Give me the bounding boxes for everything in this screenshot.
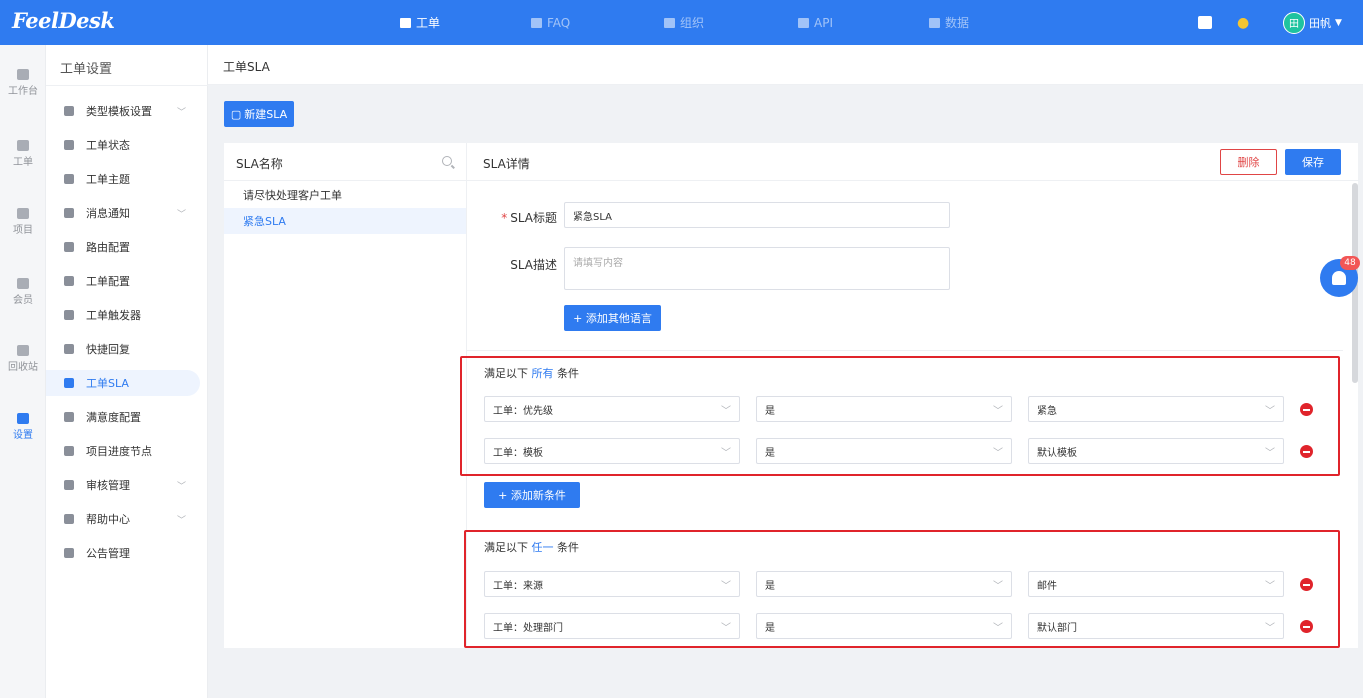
rail-item-settings[interactable]: 设置 [0, 413, 46, 441]
megaphone-icon [64, 548, 74, 558]
reply-icon [64, 344, 74, 354]
delete-button[interactable]: 删除 [1220, 149, 1277, 175]
sla-list-header: SLA名称 [224, 143, 466, 181]
list-item-selected[interactable]: 紧急SLA [224, 208, 466, 234]
settings-menu: 工单设置 类型模板设置 ﹀ 工单状态 工单主题 消息通知 ﹀ 路由配置 工单配置… [46, 45, 208, 698]
chart-icon [929, 17, 940, 28]
divider [467, 350, 1343, 351]
highlight-box [460, 356, 1340, 476]
chevron-down-icon: ﹀ [176, 209, 186, 220]
rail-item-workbench[interactable]: 工作台 [0, 69, 46, 97]
search-icon[interactable] [442, 156, 452, 166]
top-bar: FeelDesk 工单 FAQ 组织 API 数据 ● 田 田帆 ▼ [0, 0, 1363, 45]
sla-list-panel: SLA名称 请尽快处理客户工单 紧急SLA [224, 143, 466, 648]
nav-faq[interactable]: FAQ [531, 0, 570, 45]
book-icon [64, 514, 74, 524]
sla-icon [64, 378, 74, 388]
menu-item-progress-node[interactable]: 项目进度节点 [46, 438, 200, 464]
config-icon [64, 276, 74, 286]
bell-icon: ● [1237, 14, 1250, 31]
nav-org[interactable]: 组织 [664, 0, 704, 45]
menu-item-notification[interactable]: 消息通知 ﹀ [46, 200, 200, 226]
folder-icon [17, 208, 29, 219]
add-language-button[interactable]: + 添加其他语言 [564, 305, 661, 331]
feedback-button[interactable] [1198, 0, 1212, 45]
notification-button[interactable]: ● [1237, 0, 1249, 45]
menu-item-routing[interactable]: 路由配置 [46, 234, 200, 260]
nav-api[interactable]: API [798, 0, 833, 45]
feedback-icon [1198, 16, 1212, 29]
rail-item-project[interactable]: 项目 [0, 208, 46, 236]
ticket-icon [400, 17, 411, 28]
member-icon [17, 278, 29, 289]
divider [46, 85, 208, 86]
sla-title-label: * SLA标题 [501, 211, 557, 225]
app-logo[interactable]: FeelDesk [12, 8, 115, 33]
audit-icon [64, 480, 74, 490]
save-button[interactable]: 保存 [1285, 149, 1341, 175]
faq-icon [531, 17, 542, 28]
chevron-down-icon: ﹀ [176, 107, 186, 118]
menu-item-ticket-theme[interactable]: 工单主题 [46, 166, 200, 192]
caret-down-icon: ▼ [1335, 17, 1342, 28]
menu-item-ticket-status[interactable]: 工单状态 [46, 132, 200, 158]
dashboard-icon [17, 69, 29, 80]
menu-item-quick-reply[interactable]: 快捷回复 [46, 336, 200, 362]
menu-item-satisfaction[interactable]: 满意度配置 [46, 404, 200, 430]
hourglass-icon [64, 140, 74, 150]
new-sla-button[interactable]: ▢ 新建SLA [224, 101, 294, 127]
menu-item-trigger[interactable]: 工单触发器 [46, 302, 200, 328]
user-name: 田帆 [1309, 16, 1331, 30]
star-icon [64, 412, 74, 422]
menu-item-ticket-config[interactable]: 工单配置 [46, 268, 200, 294]
nav-ticket[interactable]: 工单 [400, 0, 440, 45]
menu-item-ticket-sla[interactable]: 工单SLA [46, 370, 200, 396]
sla-desc-label: SLA描述 [510, 258, 557, 272]
icon-rail: 工作台 工单 项目 会员 回收站 设置 [0, 45, 46, 698]
document-icon: ▢ [230, 107, 242, 121]
menu-item-audit[interactable]: 审核管理 ﹀ [46, 472, 200, 498]
notification-badge: 48 [1340, 256, 1360, 270]
rail-item-ticket[interactable]: 工单 [0, 140, 46, 168]
trigger-icon [64, 310, 74, 320]
page-title: 工单SLA [223, 60, 270, 74]
router-icon [64, 242, 74, 252]
avatar: 田 [1283, 11, 1305, 34]
chevron-down-icon: ﹀ [176, 481, 186, 492]
nav-data[interactable]: 数据 [929, 0, 969, 45]
sla-desc-textarea[interactable]: 请填写内容 [564, 247, 950, 290]
rail-item-recycle[interactable]: 回收站 [0, 345, 46, 373]
chevron-down-icon: ﹀ [176, 515, 186, 526]
menu-item-help-center[interactable]: 帮助中心 ﹀ [46, 506, 200, 532]
api-icon [798, 17, 809, 28]
bell-icon [1332, 271, 1346, 285]
template-icon [64, 106, 74, 116]
wrench-icon [17, 413, 29, 424]
ticket-icon [17, 140, 29, 151]
sla-detail-header: SLA详情 删除 保存 [467, 143, 1359, 181]
menu-item-type-template[interactable]: 类型模板设置 ﹀ [46, 98, 200, 124]
add-condition-button[interactable]: + 添加新条件 [484, 482, 580, 508]
menu-item-announcement[interactable]: 公告管理 [46, 540, 200, 566]
rail-item-member[interactable]: 会员 [0, 278, 46, 306]
sla-title-input[interactable]: 紧急SLA [564, 202, 950, 228]
list-item[interactable]: 请尽快处理客户工单 [224, 182, 466, 208]
menu-title: 工单设置 [60, 62, 113, 77]
palette-icon [64, 174, 74, 184]
breadcrumb: 工单SLA [208, 45, 1363, 85]
user-menu[interactable]: 田 田帆 ▼ [1283, 0, 1342, 45]
trash-icon [17, 345, 29, 356]
highlight-box [464, 530, 1340, 648]
bell-icon [64, 208, 74, 218]
progress-icon [64, 446, 74, 456]
org-icon [664, 17, 675, 28]
